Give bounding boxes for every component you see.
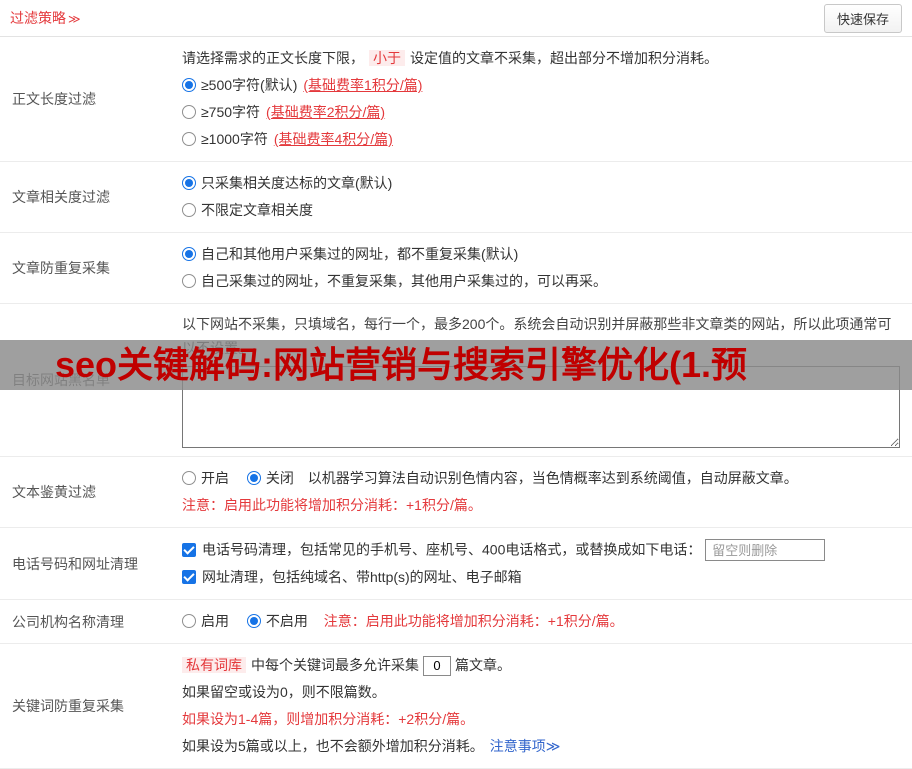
- keyword-limit-suffix: 篇文章。: [455, 657, 511, 673]
- length-option-750: ≥750字符 (基础费率2积分/篇): [182, 99, 900, 126]
- phone-cleanup-label: 电话号码清理，包括常见的手机号、座机号、400电话格式，或替换成如下电话：: [202, 542, 701, 558]
- row-content: 启用 不启用 注意：启用此功能将增加积分消耗：+1积分/篇。: [170, 600, 912, 643]
- row-label-phone-url: 电话号码和网址清理: [0, 528, 170, 599]
- radio-dedup-global[interactable]: [182, 247, 196, 261]
- option-label: 自己采集过的网址，不重复采集，其他用户采集过的，可以再采。: [201, 273, 607, 289]
- phone-cleanup-line: 电话号码清理，包括常见的手机号、座机号、400电话格式，或替换成如下电话：: [182, 536, 900, 564]
- radio-length-500[interactable]: [182, 78, 196, 92]
- option-label: ≥500字符(默认): [201, 77, 297, 93]
- relevance-option-any: 不限定文章相关度: [182, 197, 900, 224]
- length-option-500: ≥500字符(默认) (基础费率1积分/篇): [182, 72, 900, 99]
- row-label-content-length: 正文长度过滤: [0, 37, 170, 161]
- topbar: 过滤策略≫ 快速保存: [0, 0, 912, 37]
- row-company-cleanup: 公司机构名称清理 启用 不启用 注意：启用此功能将增加积分消耗：+1积分/篇。: [0, 600, 912, 644]
- watermark-text: seo关键解码:网站营销与搜索引擎优化(1.预: [0, 340, 912, 390]
- url-cleanup-label: 网址清理，包括纯域名、带http(s)的网址、电子邮箱: [202, 569, 522, 585]
- radio-length-750[interactable]: [182, 105, 196, 119]
- row-label-company-cleanup: 公司机构名称清理: [0, 600, 170, 643]
- porn-filter-description: 以机器学习算法自动识别色情内容，当色情概率达到系统阈值，自动屏蔽文章。: [308, 470, 798, 486]
- radio-porn-on[interactable]: [182, 471, 196, 485]
- row-label-relevance: 文章相关度过滤: [0, 162, 170, 232]
- keyword-limit-text: 中每个关键词最多允许采集: [251, 657, 419, 673]
- notes-link[interactable]: 注意事项≫: [490, 738, 561, 754]
- private-lexicon-link[interactable]: 私有词库: [182, 657, 246, 673]
- phone-replace-input[interactable]: [705, 539, 825, 561]
- option-label: 关闭: [266, 470, 294, 486]
- radio-length-1000[interactable]: [182, 132, 196, 146]
- row-content-length-filter: 正文长度过滤 请选择需求的正文长度下限， 小于设定值的文章不采集，超出部分不增加积…: [0, 37, 912, 162]
- radio-company-enable[interactable]: [182, 614, 196, 628]
- row-content: 私有词库中每个关键词最多允许采集 篇文章。 如果留空或设为0，则不限篇数。 如果设…: [170, 644, 912, 768]
- keyword-limit-input[interactable]: [423, 656, 451, 676]
- dedup-option-own: 自己采集过的网址，不重复采集，其他用户采集过的，可以再采。: [182, 268, 900, 295]
- row-content: 请选择需求的正文长度下限， 小于设定值的文章不采集，超出部分不增加积分消耗。 ≥5…: [170, 37, 912, 161]
- keyword-limit-line: 私有词库中每个关键词最多允许采集 篇文章。: [182, 652, 900, 679]
- option-label: 只采集相关度达标的文章(默认): [201, 175, 392, 191]
- row-label-dedup: 文章防重复采集: [0, 233, 170, 303]
- dedup-option-global: 自己和其他用户采集过的网址，都不重复采集(默认): [182, 241, 900, 268]
- option-label: 开启: [201, 470, 229, 486]
- row-content: 自己和其他用户采集过的网址，都不重复采集(默认) 自己采集过的网址，不重复采集，…: [170, 233, 912, 303]
- keyword-rule-line4-text: 如果设为5篇或以上，也不会额外增加积分消耗。: [182, 738, 484, 754]
- option-label: ≥750字符: [201, 104, 260, 120]
- page-title-text: 过滤策略: [10, 10, 66, 26]
- quick-save-button[interactable]: 快速保存: [824, 4, 902, 33]
- company-cleanup-options: 启用 不启用 注意：启用此功能将增加积分消耗：+1积分/篇。: [182, 608, 900, 635]
- keyword-rule-line3: 如果设为1-4篇，则增加积分消耗：+2积分/篇。: [182, 706, 900, 733]
- row-porn-filter: 文本鉴黄过滤 开启 关闭 以机器学习算法自动识别色情内容，当色情概率达到系统阈值…: [0, 457, 912, 528]
- keyword-rule-line2: 如果留空或设为0，则不限篇数。: [182, 679, 900, 706]
- option-label: 不限定文章相关度: [201, 202, 313, 218]
- fee-rate-link-1[interactable]: (基础费率1积分/篇): [303, 77, 422, 93]
- radio-relevance-strict[interactable]: [182, 176, 196, 190]
- radio-company-disable[interactable]: [247, 614, 261, 628]
- url-cleanup-checkbox[interactable]: [182, 570, 196, 584]
- row-content: 只采集相关度达标的文章(默认) 不限定文章相关度: [170, 162, 912, 232]
- page-title[interactable]: 过滤策略≫: [10, 8, 81, 28]
- row-site-blacklist: 目标网站黑名单 以下网站不采集，只填域名，每行一个，最多200个。系统会自动识别…: [0, 304, 912, 457]
- option-label: 启用: [201, 613, 229, 629]
- radio-porn-off[interactable]: [247, 471, 261, 485]
- phone-cleanup-checkbox[interactable]: [182, 543, 196, 557]
- length-option-1000: ≥1000字符 (基础费率4积分/篇): [182, 126, 900, 153]
- radio-dedup-own[interactable]: [182, 274, 196, 288]
- row-keyword-dedup: 关键词防重复采集 私有词库中每个关键词最多允许采集 篇文章。 如果留空或设为0，则…: [0, 644, 912, 769]
- option-label: 不启用: [266, 613, 308, 629]
- row-label-keyword-dedup: 关键词防重复采集: [0, 644, 170, 768]
- intro-suffix: 设定值的文章不采集，超出部分不增加积分消耗。: [410, 50, 718, 66]
- length-filter-intro: 请选择需求的正文长度下限， 小于设定值的文章不采集，超出部分不增加积分消耗。: [182, 45, 900, 72]
- collapse-icon: ≫: [68, 12, 81, 26]
- row-content: 开启 关闭 以机器学习算法自动识别色情内容，当色情概率达到系统阈值，自动屏蔽文章…: [170, 457, 912, 527]
- radio-relevance-any[interactable]: [182, 203, 196, 217]
- row-relevance-filter: 文章相关度过滤 只采集相关度达标的文章(默认) 不限定文章相关度: [0, 162, 912, 233]
- keyword-rule-line4: 如果设为5篇或以上，也不会额外增加积分消耗。注意事项≫: [182, 733, 900, 760]
- relevance-option-strict: 只采集相关度达标的文章(默认): [182, 170, 900, 197]
- notes-arrow-icon: ≫: [546, 738, 561, 754]
- row-phone-url-cleanup: 电话号码和网址清理 电话号码清理，包括常见的手机号、座机号、400电话格式，或替…: [0, 528, 912, 600]
- fee-rate-link-3[interactable]: (基础费率4积分/篇): [274, 131, 393, 147]
- intro-highlight: 小于: [369, 50, 405, 66]
- porn-filter-options: 开启 关闭 以机器学习算法自动识别色情内容，当色情概率达到系统阈值，自动屏蔽文章…: [182, 465, 900, 492]
- porn-filter-note: 注意：启用此功能将增加积分消耗：+1积分/篇。: [182, 492, 900, 519]
- url-cleanup-line: 网址清理，包括纯域名、带http(s)的网址、电子邮箱: [182, 564, 900, 591]
- row-content: 电话号码清理，包括常见的手机号、座机号、400电话格式，或替换成如下电话： 网址…: [170, 528, 912, 599]
- row-label-porn-filter: 文本鉴黄过滤: [0, 457, 170, 527]
- row-dedup-collect: 文章防重复采集 自己和其他用户采集过的网址，都不重复采集(默认) 自己采集过的网…: [0, 233, 912, 304]
- watermark-banner: seo关键解码:网站营销与搜索引擎优化(1.预: [0, 340, 912, 390]
- fee-rate-link-2[interactable]: (基础费率2积分/篇): [266, 104, 385, 120]
- company-cleanup-note: 注意：启用此功能将增加积分消耗：+1积分/篇。: [324, 613, 624, 629]
- option-label: 自己和其他用户采集过的网址，都不重复采集(默认): [201, 246, 518, 262]
- intro-prefix: 请选择需求的正文长度下限，: [182, 50, 364, 66]
- option-label: ≥1000字符: [201, 131, 268, 147]
